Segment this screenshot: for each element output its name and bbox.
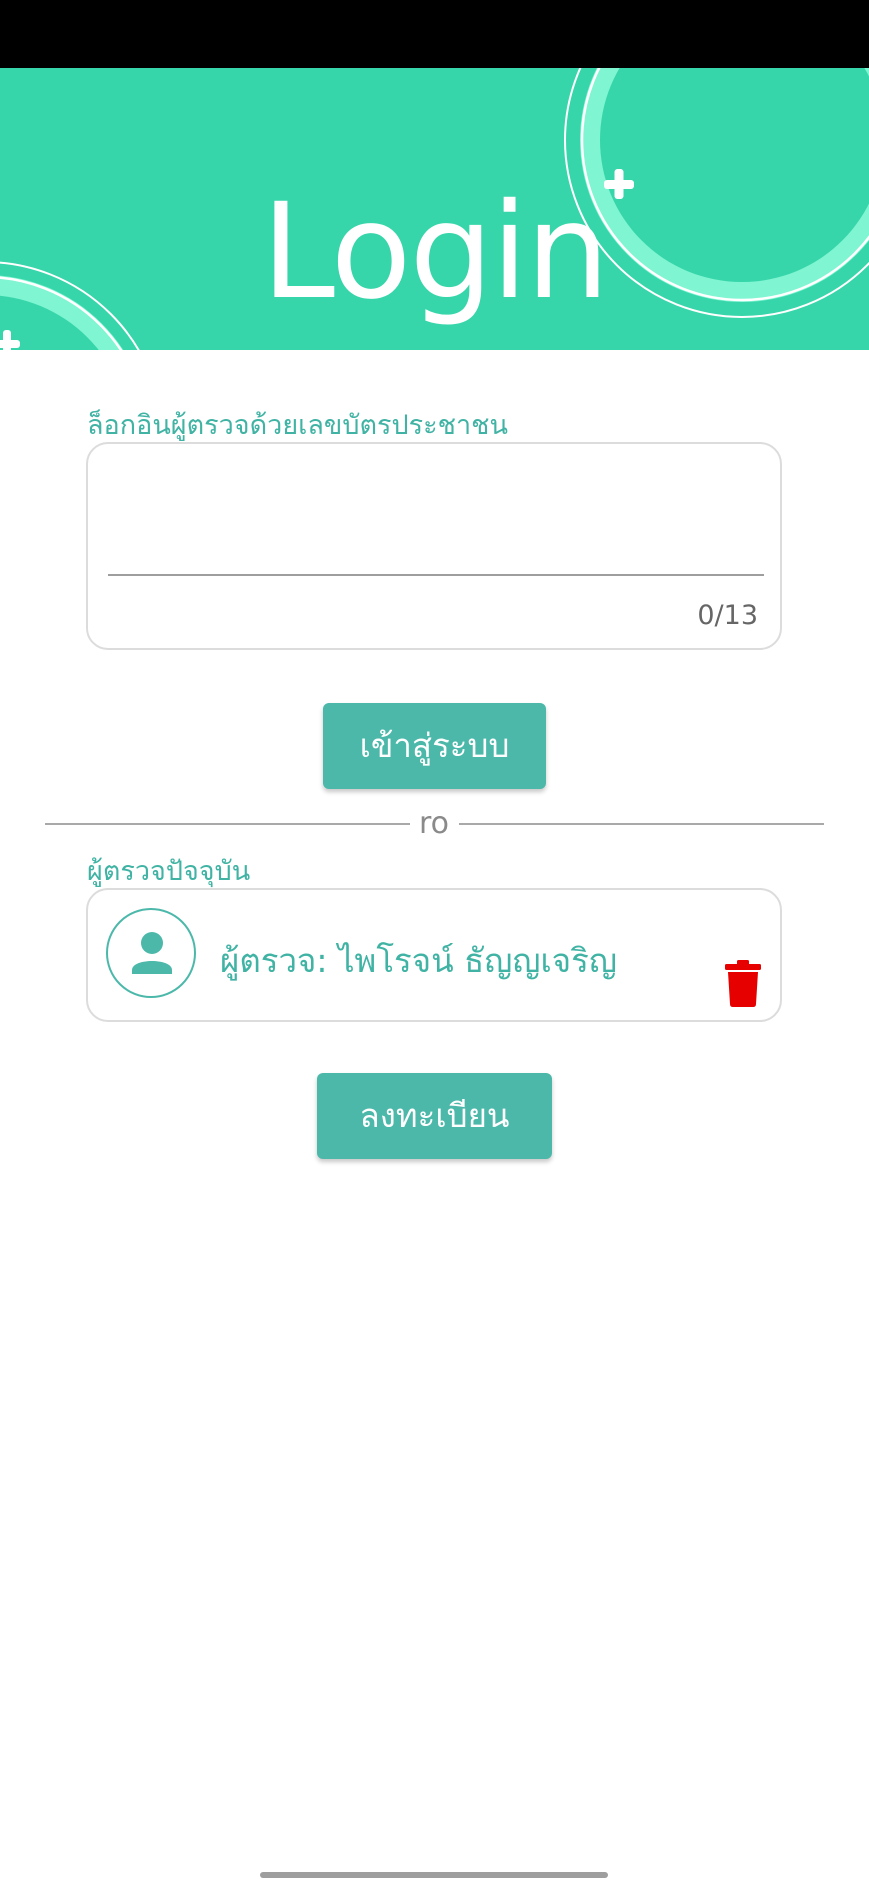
person-icon bbox=[132, 932, 172, 974]
home-indicator[interactable] bbox=[260, 1872, 608, 1878]
id-input-card: 0/13 bbox=[86, 442, 782, 650]
divider-line-left bbox=[45, 823, 410, 825]
char-counter: 0/13 bbox=[697, 600, 758, 631]
inspector-name: ผู้ตรวจ: ไพโรจน์ ธัญญเจริญ bbox=[220, 941, 617, 980]
trash-icon bbox=[725, 960, 761, 1007]
register-button[interactable]: ลงทะเบียน bbox=[317, 1073, 552, 1159]
citizen-id-input[interactable] bbox=[108, 484, 764, 576]
page-title: Login bbox=[261, 175, 609, 329]
login-screen: Login ล็อกอินผู้ตรวจด้วยเลขบัตรประชาชน 0… bbox=[0, 0, 869, 1883]
current-inspector-label: ผู้ตรวจปัจจุบัน bbox=[87, 856, 251, 887]
avatar bbox=[106, 908, 196, 998]
divider-line-right bbox=[459, 823, 824, 825]
id-login-label: ล็อกอินผู้ตรวจด้วยเลขบัตรประชาชน bbox=[87, 410, 508, 441]
login-button[interactable]: เข้าสู่ระบบ bbox=[323, 703, 546, 789]
delete-inspector-button[interactable] bbox=[724, 960, 762, 1008]
status-bar bbox=[0, 0, 869, 68]
header-banner: Login bbox=[0, 68, 869, 350]
inspector-card[interactable]: ผู้ตรวจ: ไพโรจน์ ธัญญเจริญ bbox=[86, 888, 782, 1022]
divider-text: ro bbox=[418, 806, 450, 841]
